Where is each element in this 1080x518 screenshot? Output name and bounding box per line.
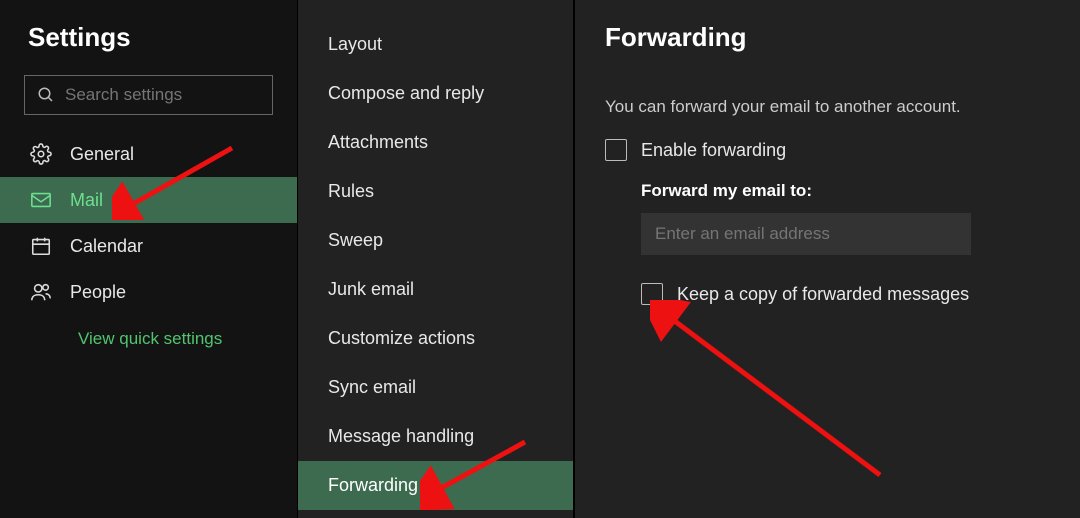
mail-subnav: Layout Compose and reply Attachments Rul…: [298, 0, 574, 518]
keep-copy-checkbox[interactable]: [641, 283, 663, 305]
enable-forwarding-label: Enable forwarding: [641, 140, 786, 161]
subnav-item-rules[interactable]: Rules: [298, 167, 573, 216]
mail-icon: [30, 189, 52, 211]
enable-forwarding-checkbox[interactable]: [605, 139, 627, 161]
subnav-item-customize-actions[interactable]: Customize actions: [298, 314, 573, 363]
forward-to-label: Forward my email to:: [641, 181, 1050, 201]
forwarding-panel: Forwarding You can forward your email to…: [574, 0, 1080, 518]
subnav-item-message-handling[interactable]: Message handling: [298, 412, 573, 461]
subnav-item-layout[interactable]: Layout: [298, 20, 573, 69]
subnav-item-sweep[interactable]: Sweep: [298, 216, 573, 265]
sidebar-item-label: People: [70, 282, 126, 303]
enable-forwarding-row[interactable]: Enable forwarding: [605, 139, 1050, 161]
subnav-item-junk-email[interactable]: Junk email: [298, 265, 573, 314]
subnav-item-attachments[interactable]: Attachments: [298, 118, 573, 167]
keep-copy-label: Keep a copy of forwarded messages: [677, 284, 969, 305]
subnav-item-sync-email[interactable]: Sync email: [298, 363, 573, 412]
keep-copy-row[interactable]: Keep a copy of forwarded messages: [641, 283, 1050, 305]
settings-title: Settings: [0, 22, 297, 75]
sidebar-item-general[interactable]: General: [0, 131, 297, 177]
subnav-item-forwarding[interactable]: Forwarding: [298, 461, 573, 510]
sidebar-item-mail[interactable]: Mail: [0, 177, 297, 223]
people-icon: [30, 281, 52, 303]
sidebar-item-label: General: [70, 144, 134, 165]
sidebar-item-label: Mail: [70, 190, 103, 211]
page-title: Forwarding: [605, 22, 1050, 53]
search-input[interactable]: [65, 85, 286, 105]
sidebar-item-label: Calendar: [70, 236, 143, 257]
settings-sidebar: Settings General: [0, 0, 298, 518]
view-quick-settings-link[interactable]: View quick settings: [0, 315, 297, 363]
sidebar-item-people[interactable]: People: [0, 269, 297, 315]
page-description: You can forward your email to another ac…: [605, 97, 1050, 117]
sidebar-item-calendar[interactable]: Calendar: [0, 223, 297, 269]
calendar-icon: [30, 235, 52, 257]
subnav-item-compose-reply[interactable]: Compose and reply: [298, 69, 573, 118]
search-icon: [37, 86, 55, 104]
gear-icon: [30, 143, 52, 165]
search-settings-box[interactable]: [24, 75, 273, 115]
forward-to-input[interactable]: [641, 213, 971, 255]
